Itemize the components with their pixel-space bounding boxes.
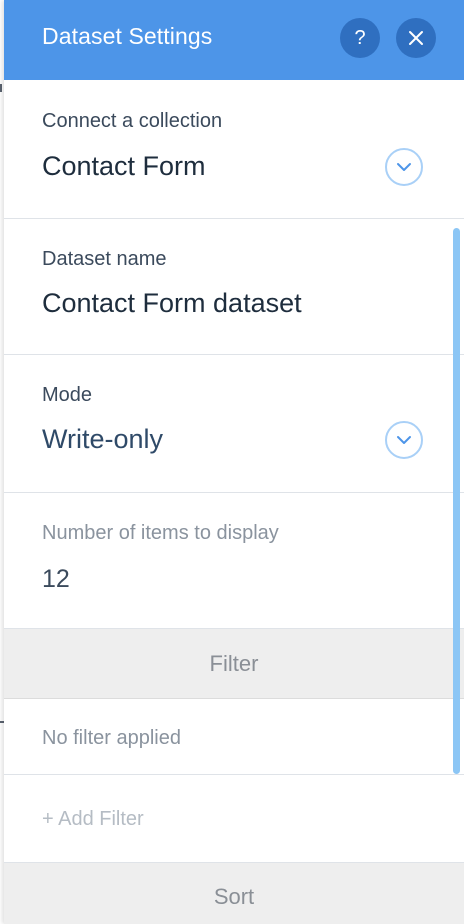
panel-header: Dataset Settings ?	[4, 0, 464, 80]
filter-status-section: No filter applied	[4, 699, 464, 775]
question-mark-icon: ?	[354, 27, 366, 49]
chevron-down-icon	[397, 436, 411, 444]
dataset-name-label: Dataset name	[42, 248, 167, 270]
add-filter-section: + Add Filter	[4, 775, 464, 863]
mode-label: Mode	[42, 384, 93, 406]
dataset-name-field[interactable]: Contact Form dataset	[42, 287, 302, 319]
filter-status-text: No filter applied	[42, 727, 181, 749]
collection-label: Connect a collection	[42, 110, 223, 132]
items-section: Number of items to display 12	[4, 493, 464, 629]
dataset-name-section: Dataset name Contact Form dataset	[4, 219, 464, 355]
mode-section: Mode Write-only	[4, 355, 464, 493]
collection-section: Connect a collection Contact Form	[4, 80, 464, 219]
page: Dataset Settings ? Connect a collection …	[0, 0, 464, 924]
close-button[interactable]	[396, 18, 436, 58]
mode-dropdown-value[interactable]: Write-only	[42, 423, 163, 455]
collection-dropdown-value[interactable]: Contact Form	[42, 150, 206, 182]
mode-dropdown-button[interactable]	[385, 421, 423, 459]
add-filter-button[interactable]: + Add Filter	[42, 807, 144, 831]
panel-title: Dataset Settings	[42, 23, 213, 49]
sort-section-header: Sort	[4, 863, 464, 924]
filter-section-header: Filter	[4, 629, 464, 699]
close-icon	[409, 31, 423, 45]
chevron-down-icon	[397, 163, 411, 171]
background-fragment	[0, 84, 2, 92]
items-count-field[interactable]: 12	[42, 563, 70, 595]
items-label: Number of items to display	[42, 522, 279, 544]
scrollbar[interactable]	[453, 228, 460, 774]
help-button[interactable]: ?	[340, 18, 380, 58]
collection-dropdown-button[interactable]	[385, 148, 423, 186]
dataset-settings-panel: Dataset Settings ? Connect a collection …	[4, 0, 464, 924]
